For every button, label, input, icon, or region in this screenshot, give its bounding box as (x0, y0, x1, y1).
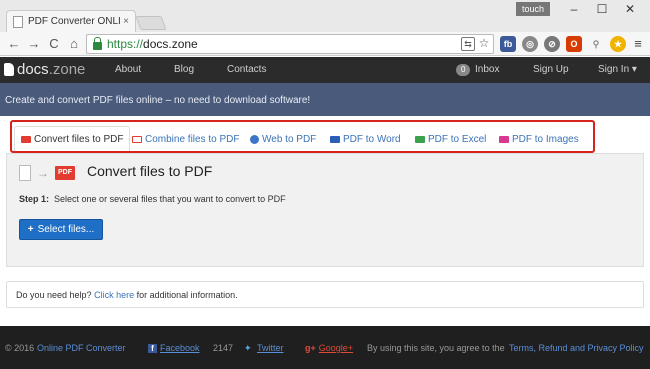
back-button[interactable]: ← (6, 36, 22, 52)
combine-icon (132, 135, 142, 143)
tab-combine-files-to-pdf[interactable]: Combine files to PDF (132, 127, 239, 151)
facebook-icon: f (148, 344, 157, 353)
banner-text: Create and convert PDF files online – no… (5, 95, 311, 106)
extension-compass-icon[interactable]: ◎ (522, 36, 538, 52)
extension-star-icon[interactable]: ★ (610, 36, 626, 52)
pdf-icon (21, 135, 31, 143)
footer-copyright: © 2016 (5, 343, 35, 353)
nav-inbox[interactable]: Inbox (475, 64, 499, 75)
tools-tab-bar: Convert files to PDF Combine files to PD… (10, 120, 595, 153)
step-label: Step 1: (19, 194, 50, 204)
maximize-button[interactable]: ☐ (590, 2, 614, 16)
browser-menu-icon[interactable]: ≡ (630, 36, 646, 52)
url-host: docs.zone (143, 37, 198, 51)
translate-icon[interactable]: ⇆ (461, 37, 475, 51)
bookmark-star-icon[interactable]: ☆ (477, 37, 491, 51)
close-tab-icon[interactable]: × (123, 16, 129, 27)
site-banner: Create and convert PDF files online – no… (0, 83, 650, 116)
tab-label: PDF to Word (343, 133, 401, 145)
address-bar[interactable]: https:// docs.zone ⇆ ☆ (86, 34, 494, 54)
facebook-count: 2147 (213, 343, 234, 353)
twitter-link[interactable]: Twitter (257, 343, 284, 353)
globe-icon (250, 134, 259, 144)
footer-facebook[interactable]: f Facebook (148, 343, 200, 353)
arrow-right-icon: → (37, 166, 49, 180)
tab-pdf-to-excel[interactable]: PDF to Excel (415, 127, 486, 151)
footer-terms-prefix: By using this site, you agree to the (367, 343, 505, 353)
reload-button[interactable]: C (46, 36, 62, 52)
document-icon (19, 165, 31, 181)
footer-twitter[interactable]: ✦ Twitter (244, 343, 284, 353)
nav-contacts[interactable]: Contacts (227, 64, 266, 75)
nav-blog[interactable]: Blog (174, 64, 194, 75)
step-text: Select one or several files that you wan… (54, 194, 286, 204)
select-files-label: Select files... (37, 224, 95, 235)
new-tab-button[interactable] (135, 16, 167, 30)
close-window-button[interactable]: ✕ (618, 2, 642, 16)
url-scheme: https:// (107, 37, 144, 51)
site-footer: © 2016 Online PDF Converter f Facebook 21… (0, 326, 650, 369)
nav-about[interactable]: About (115, 64, 141, 75)
tab-convert-files-to-pdf[interactable]: Convert files to PDF (14, 126, 131, 151)
step-instruction: Step 1: Select one or several files that… (19, 194, 286, 204)
googleplus-link[interactable]: Google+ (319, 343, 353, 353)
help-link[interactable]: Click here (94, 290, 134, 300)
extension-fb-icon[interactable]: fb (500, 36, 516, 52)
site-logo[interactable]: docs.zone (4, 61, 85, 78)
extension-tool-icon[interactable]: ⚲ (588, 36, 604, 52)
inbox-count-badge: 0 (456, 64, 471, 76)
nav-signin[interactable]: Sign In ▾ (598, 64, 637, 75)
tab-label: PDF to Images (512, 133, 579, 145)
converter-title: Convert files to PDF (87, 163, 213, 179)
browser-titlebar: PDF Converter ONLINE × touch – ☐ ✕ (0, 0, 650, 32)
tab-title: PDF Converter ONLINE (28, 16, 121, 27)
browser-tab[interactable]: PDF Converter ONLINE × (6, 10, 136, 32)
help-box: Do you need help? Click here for additio… (6, 281, 644, 308)
extension-block-icon[interactable]: ⊘ (544, 36, 560, 52)
footer-googleplus[interactable]: g+ Google+ (305, 343, 353, 353)
converter-panel: → PDF Convert files to PDF Step 1: Selec… (6, 153, 644, 267)
help-prefix: Do you need help? (16, 290, 92, 300)
logo-icon (4, 63, 14, 76)
googleplus-icon: g+ (305, 343, 316, 353)
profile-badge[interactable]: touch (516, 2, 550, 16)
forward-button[interactable]: → (26, 36, 42, 52)
help-text: Do you need help? Click here for additio… (16, 290, 238, 300)
word-icon (330, 135, 340, 143)
tab-pdf-to-images[interactable]: PDF to Images (499, 127, 579, 151)
tab-pdf-to-word[interactable]: PDF to Word (330, 127, 401, 151)
extension-office-icon[interactable]: O (566, 36, 582, 52)
tab-label: PDF to Excel (428, 133, 487, 145)
conversion-graphic: → PDF (19, 165, 75, 181)
excel-icon (415, 135, 425, 143)
footer-brand-link[interactable]: Online PDF Converter (37, 343, 126, 353)
nav-signup[interactable]: Sign Up (533, 64, 569, 75)
home-button[interactable]: ⌂ (66, 36, 82, 52)
images-icon (499, 135, 509, 143)
footer-terms-link[interactable]: Terms, Refund and Privacy Policy (509, 343, 644, 353)
tab-label: Convert files to PDF (34, 133, 124, 145)
twitter-icon: ✦ (244, 343, 252, 353)
minimize-button[interactable]: – (562, 2, 586, 16)
help-suffix: for additional information. (136, 290, 238, 300)
pdf-badge-icon: PDF (55, 166, 75, 180)
facebook-link[interactable]: Facebook (160, 343, 200, 353)
logo-tld: .zone (48, 61, 86, 78)
lock-icon (93, 36, 102, 50)
document-icon (13, 15, 23, 28)
select-files-button[interactable]: + Select files... (19, 219, 103, 240)
logo-text: docs (17, 61, 49, 78)
tab-label: Combine files to PDF (145, 133, 240, 145)
site-navbar: docs.zone About Blog Contacts 0 Inbox Si… (0, 57, 650, 83)
tab-web-to-pdf[interactable]: Web to PDF (250, 127, 316, 151)
plus-icon: + (27, 224, 34, 235)
tab-label: Web to PDF (262, 133, 317, 145)
